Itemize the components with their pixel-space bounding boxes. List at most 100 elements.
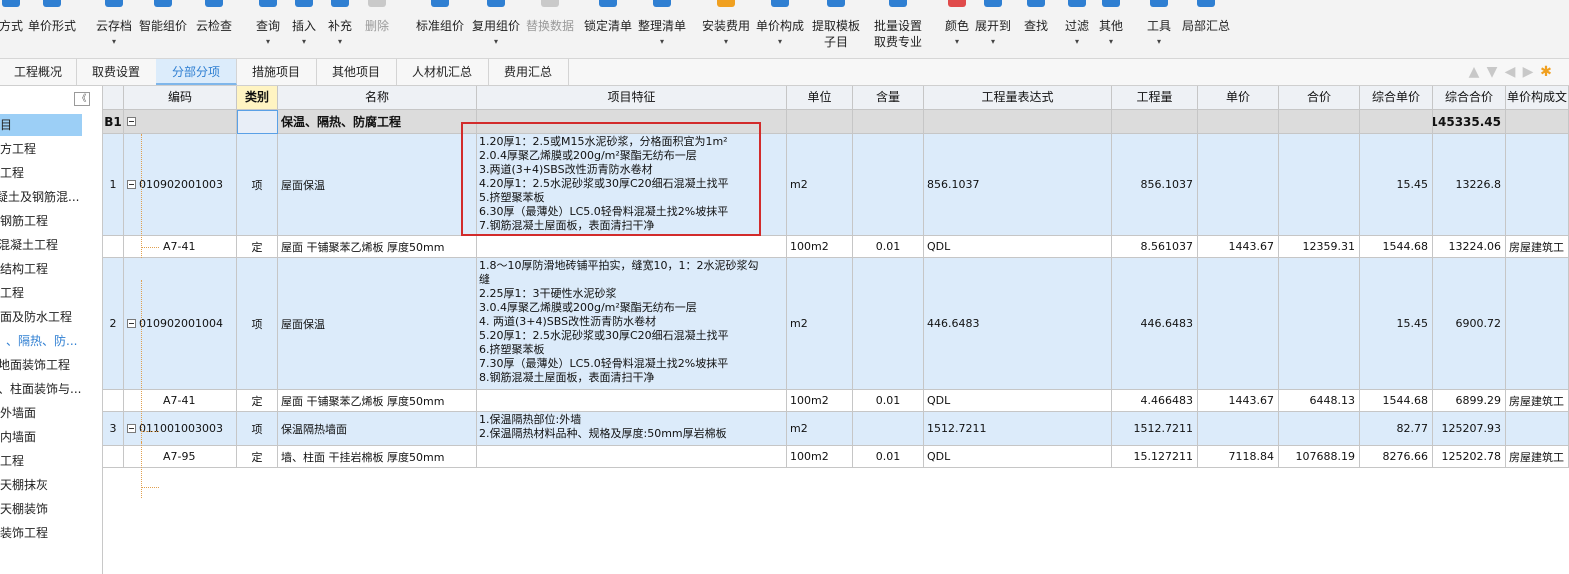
amount-cell[interactable] <box>1279 412 1360 446</box>
name-cell[interactable]: 屋面 干铺聚苯乙烯板 厚度50mm <box>278 390 477 412</box>
name-cell[interactable]: 墙、柱面 干挂岩棉板 厚度50mm <box>278 446 477 468</box>
settings-icon[interactable]: ✱ <box>1537 63 1555 81</box>
column-header[interactable]: 单价 <box>1198 86 1279 110</box>
column-header[interactable]: 工程量 <box>1112 86 1198 110</box>
column-header[interactable]: 项目特征 <box>477 86 787 110</box>
price-composition-cell[interactable] <box>1506 134 1569 236</box>
tree-item[interactable]: 疑土及钢筋混... <box>0 186 102 208</box>
tree-item[interactable]: 内墙面 <box>0 426 102 448</box>
composite-unit-price-cell[interactable]: 15.45 <box>1360 258 1433 390</box>
tree-item[interactable]: 面及防水工程 <box>0 306 102 328</box>
unit-cell[interactable]: m2 <box>787 258 853 390</box>
unit-price-cell[interactable] <box>1198 134 1279 236</box>
name-cell[interactable]: 屋面保温 <box>278 258 477 390</box>
tree-item[interactable]: 混凝土工程 <box>0 234 102 256</box>
content-cell[interactable]: 0.01 <box>853 390 924 412</box>
column-header[interactable]: 编码 <box>124 86 237 110</box>
tools-button[interactable]: 工具 ▾ <box>1144 0 1174 56</box>
column-header[interactable] <box>103 86 124 110</box>
composite-unit-price-cell[interactable]: 82.77 <box>1360 412 1433 446</box>
unit-price-cell[interactable]: 1443.67 <box>1198 390 1279 412</box>
quantity-expression-cell[interactable]: 856.1037 <box>924 134 1112 236</box>
expand-to-button[interactable]: 展开到 ▾ <box>975 0 1011 56</box>
composite-unit-price-cell[interactable]: 8276.66 <box>1360 446 1433 468</box>
collapse-toggle-icon[interactable] <box>127 117 136 126</box>
unit-price-cell[interactable] <box>1198 412 1279 446</box>
tree-item[interactable]: 天棚抹灰 <box>0 474 102 496</box>
section-type-cell[interactable] <box>237 110 278 134</box>
unit-cell[interactable]: 100m2 <box>787 236 853 258</box>
tree-item[interactable]: 工程 <box>0 450 102 472</box>
content-cell[interactable]: 0.01 <box>853 446 924 468</box>
move-left-icon[interactable]: ◀ <box>1501 63 1519 81</box>
section-toggle[interactable] <box>124 110 237 134</box>
tree-item[interactable]: 地面装饰工程 <box>0 354 102 376</box>
type-cell[interactable]: 定 <box>237 390 278 412</box>
tree-item[interactable]: 工程 <box>0 162 102 184</box>
composite-amount-cell[interactable]: 6899.29 <box>1433 390 1506 412</box>
cloud-save-button[interactable]: 云存档 ▾ <box>94 0 134 56</box>
quantity-cell[interactable]: 8.561037 <box>1112 236 1198 258</box>
type-cell[interactable]: 项 <box>237 412 278 446</box>
find-button[interactable]: 查找 <box>1019 0 1053 56</box>
unit-cell[interactable]: m2 <box>787 134 853 236</box>
type-cell[interactable]: 定 <box>237 236 278 258</box>
cloud-check-button[interactable]: 云检查 <box>194 0 234 56</box>
unit-price-cell[interactable]: 1443.67 <box>1198 236 1279 258</box>
name-cell[interactable]: 屋面保温 <box>278 134 477 236</box>
content-cell[interactable]: 0.01 <box>853 236 924 258</box>
amount-cell[interactable] <box>1279 134 1360 236</box>
batch-setting-button[interactable]: 批量设置 取费专业 <box>870 0 926 56</box>
install-fee-button[interactable]: 安装费用 ▾ <box>700 0 752 56</box>
standard-pricing-button[interactable]: 标准组价 <box>414 0 466 56</box>
tree-item[interactable]: 目 <box>0 114 82 136</box>
column-header[interactable]: 单价构成文 <box>1506 86 1569 110</box>
organize-list-button[interactable]: 整理清单 ▾ <box>636 0 688 56</box>
unit-price-composition-button[interactable]: 单价构成 ▾ <box>754 0 806 56</box>
lock-list-button[interactable]: 锁定清单 <box>582 0 634 56</box>
price-composition-cell[interactable]: 房屋建筑工 <box>1506 446 1569 468</box>
quantity-expression-cell[interactable]: 1512.7211 <box>924 412 1112 446</box>
price-composition-cell[interactable]: 房屋建筑工 <box>1506 390 1569 412</box>
quantity-expression-cell[interactable]: QDL <box>924 236 1112 258</box>
supplement-button[interactable]: 补充 ▾ <box>325 0 355 56</box>
composite-unit-price-cell[interactable]: 15.45 <box>1360 134 1433 236</box>
composite-unit-price-cell[interactable]: 1544.68 <box>1360 236 1433 258</box>
query-button[interactable]: 查询 ▾ <box>253 0 283 56</box>
filter-button[interactable]: 过滤 ▾ <box>1060 0 1094 56</box>
tree-item[interactable]: 装饰工程 <box>0 522 102 544</box>
unit-cell[interactable]: 100m2 <box>787 446 853 468</box>
amount-cell[interactable]: 6448.13 <box>1279 390 1360 412</box>
column-header[interactable]: 合价 <box>1279 86 1360 110</box>
feature-cell[interactable]: 1.保温隔热部位:外墙 2.保温隔热材料品种、规格及厚度:50mm厚岩棉板 <box>477 412 787 446</box>
insert-button[interactable]: 插入 ▾ <box>289 0 319 56</box>
tree-item[interactable]: 、隔热、防... <box>0 330 102 352</box>
tree-item[interactable]: 结构工程 <box>0 258 102 280</box>
tree-item[interactable]: 、柱面装饰与... <box>0 378 102 400</box>
quantity-expression-cell[interactable]: 446.6483 <box>924 258 1112 390</box>
column-header[interactable]: 类别 <box>237 86 278 110</box>
composite-amount-cell[interactable]: 6900.72 <box>1433 258 1506 390</box>
quantity-cell[interactable]: 15.127211 <box>1112 446 1198 468</box>
column-header[interactable]: 综合单价 <box>1360 86 1433 110</box>
move-down-icon[interactable]: ▼ <box>1483 63 1501 81</box>
tree-item[interactable]: 外墙面 <box>0 402 102 424</box>
reuse-pricing-button[interactable]: 复用组价 ▾ <box>470 0 522 56</box>
composite-amount-cell[interactable]: 13224.06 <box>1433 236 1506 258</box>
feature-cell[interactable]: 1.8～10厚防滑地砖铺平拍实，缝宽10，1：2水泥砂浆勾 缝 2.25厚1：3… <box>477 258 787 390</box>
unit-cell[interactable]: m2 <box>787 412 853 446</box>
cut-off-button[interactable]: 方式 <box>0 0 26 56</box>
tree-item[interactable]: 天棚装饰 <box>0 498 102 520</box>
tab-1[interactable]: 取费设置 <box>76 59 157 85</box>
partial-summary-button[interactable]: 局部汇总 <box>1180 0 1232 56</box>
type-cell[interactable]: 定 <box>237 446 278 468</box>
tab-6[interactable]: 费用汇总 <box>488 59 569 85</box>
column-header[interactable]: 名称 <box>278 86 477 110</box>
collapse-toggle-icon[interactable] <box>127 424 136 433</box>
tab-0[interactable]: 工程概况 <box>0 59 77 85</box>
smart-pricing-button[interactable]: 智能组价 <box>137 0 189 56</box>
tab-5[interactable]: 人材机汇总 <box>396 59 489 85</box>
composite-amount-cell[interactable]: 125207.93 <box>1433 412 1506 446</box>
unit-price-cell[interactable] <box>1198 258 1279 390</box>
name-cell[interactable]: 屋面 干铺聚苯乙烯板 厚度50mm <box>278 236 477 258</box>
